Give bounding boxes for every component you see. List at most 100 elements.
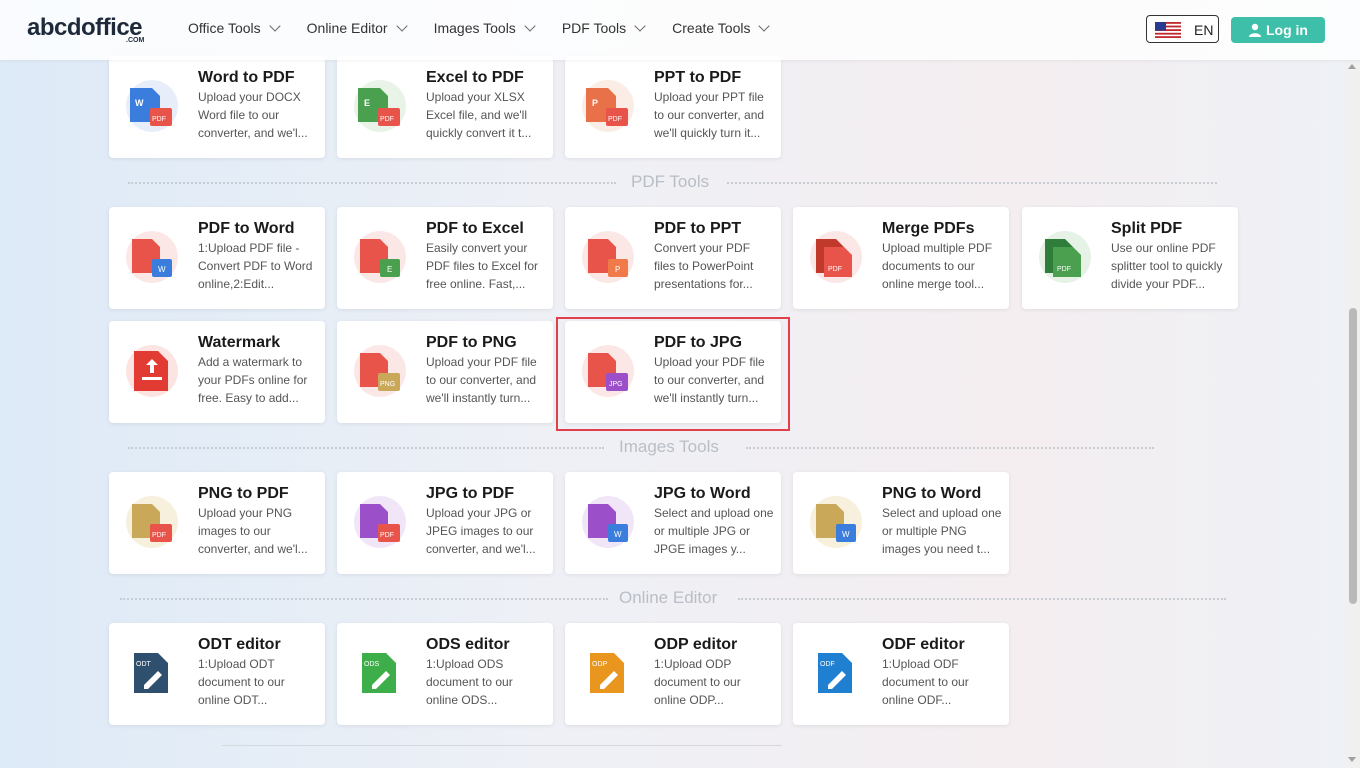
nav-online-editor[interactable]: Online Editor [307, 20, 408, 36]
section-divider-right [738, 598, 1226, 600]
section-divider-right [727, 182, 1217, 184]
logo-domain: .COM [126, 37, 145, 44]
card-split-pdf[interactable]: PDF Split PDF Use our online PDF splitte… [1022, 207, 1238, 309]
sub-text: JPG [609, 381, 623, 388]
card-png-to-pdf[interactable]: PDF PNG to PDF Upload your PNG images to… [109, 472, 325, 574]
pdf-to-ppt-icon: P [582, 231, 634, 283]
ods-editor-icon: ODS [362, 653, 396, 693]
card-description: Easily convert your PDF files to Excel f… [426, 241, 539, 291]
card-description: Upload your PDF file to our converter, a… [426, 355, 537, 405]
sub-text: PDF [152, 532, 166, 539]
login-button[interactable]: Log in [1231, 17, 1325, 43]
language-selector[interactable]: EN [1146, 15, 1219, 43]
card-jpg-to-pdf[interactable]: PDF JPG to PDF Upload your JPG or JPEG i… [337, 472, 553, 574]
card-merge-pdfs[interactable]: PDF Merge PDFs Upload multiple PDF docum… [793, 207, 1009, 309]
card-title: Split PDF [1111, 220, 1183, 237]
card-title: PDF to PNG [426, 334, 517, 351]
chevron-down-icon [395, 20, 408, 32]
card-odf-editor[interactable]: ODF ODF editor 1:Upload ODF document to … [793, 623, 1009, 725]
card-title: Watermark [198, 334, 281, 351]
card-description: 1:Upload ODF document to our online ODF.… [882, 657, 969, 707]
card-pdf-to-jpg[interactable]: JPG PDF to JPG Upload your PDF file to o… [565, 321, 781, 423]
section-divider-right [746, 447, 1154, 449]
card-png-to-word[interactable]: W PNG to Word Select and upload one or m… [793, 472, 1009, 574]
merge-pdfs-icon: PDF [810, 231, 862, 283]
badge-text: ODP [592, 661, 608, 668]
excel-to-pdf-icon: E PDF [354, 80, 406, 132]
card-description: 1:Upload ODP document to our online ODP.… [654, 657, 741, 707]
card-excel-to-pdf[interactable]: E PDF Excel to PDF Upload your XLSX Exce… [337, 56, 553, 158]
sub-text: W [158, 265, 166, 274]
nav-pdf-tools[interactable]: PDF Tools [562, 20, 646, 36]
card-title: Excel to PDF [426, 69, 524, 86]
pdf-to-word-icon: W [126, 231, 178, 283]
card-title: JPG to Word [654, 485, 751, 502]
language-label: EN [1194, 22, 1214, 38]
card-description: Upload your XLSX Excel file, and we'll q… [426, 90, 532, 140]
odf-editor-icon: ODF [818, 653, 852, 693]
card-pdf-to-excel[interactable]: E PDF to Excel Easily convert your PDF f… [337, 207, 553, 309]
card-description: Select and upload one or multiple PNG im… [882, 506, 1002, 556]
nav-label: Images Tools [433, 20, 516, 36]
card-word-to-pdf[interactable]: W PDF Word to PDF Upload your DOCX Word … [109, 56, 325, 158]
card-description: 1:Upload ODS document to our online ODS.… [426, 657, 513, 707]
card-description: Add a watermark to your PDFs online for … [198, 355, 308, 405]
login-label: Log in [1266, 22, 1308, 38]
nav-office-tools[interactable]: Office Tools [188, 20, 281, 36]
card-title: PPT to PDF [654, 69, 742, 86]
card-description: Upload your PDF file to our converter, a… [654, 355, 765, 405]
badge-text: ODS [364, 661, 380, 668]
card-pdf-to-png[interactable]: PNG PDF to PNG Upload your PDF file to o… [337, 321, 553, 423]
badge-text: W [135, 98, 144, 108]
card-description: Upload your PNG images to our converter,… [198, 506, 308, 556]
card-odp-editor[interactable]: ODP ODP editor 1:Upload ODP document to … [565, 623, 781, 725]
card-title: Merge PDFs [882, 220, 975, 237]
badge-text: E [364, 98, 370, 108]
chevron-down-icon [758, 20, 771, 32]
png-to-word-icon: W [810, 496, 862, 548]
jpg-to-word-icon: W [582, 496, 634, 548]
chevron-down-icon [524, 20, 536, 32]
word-to-pdf-icon: W PDF [126, 80, 178, 132]
card-odt-editor[interactable]: ODT ODT editor 1:Upload ODT document to … [109, 623, 325, 725]
us-flag-icon [1155, 22, 1181, 38]
chevron-down-icon [268, 20, 281, 32]
jpg-to-pdf-icon: PDF [354, 496, 406, 548]
card-description: Convert your PDF files to PowerPoint pre… [654, 241, 754, 291]
card-ods-editor[interactable]: ODS ODS editor 1:Upload ODS document to … [337, 623, 553, 725]
scroll-down-icon[interactable] [1348, 757, 1356, 762]
sub-text: PNG [380, 381, 395, 388]
pdf-to-jpg-icon: JPG [582, 345, 634, 397]
scroll-up-icon[interactable] [1348, 64, 1356, 69]
sub-text: PDF [828, 266, 842, 273]
card-title: JPG to PDF [426, 485, 515, 502]
card-pdf-to-ppt[interactable]: P PDF to PPT Convert your PDF files to P… [565, 207, 781, 309]
card-watermark[interactable]: Watermark Add a watermark to your PDFs o… [109, 321, 325, 423]
card-description: 1:Upload ODT document to our online ODT.… [198, 657, 285, 707]
odt-editor-icon: ODT [134, 653, 168, 693]
split-pdf-icon: PDF [1039, 231, 1091, 283]
card-description: Upload your PPT file to our converter, a… [654, 90, 765, 140]
card-title: PNG to Word [882, 485, 982, 502]
sub-text: PDF [152, 116, 166, 123]
section-divider-left [128, 182, 616, 184]
card-description: Upload your JPG or JPEG images to our co… [426, 506, 536, 556]
card-pdf-to-word[interactable]: W PDF to Word 1:Upload PDF file - Conver… [109, 207, 325, 309]
footer-divider [222, 745, 782, 746]
logo[interactable]: abcdoffice [27, 14, 143, 42]
scrollbar-thumb[interactable] [1349, 308, 1357, 604]
main-nav: Office Tools Online Editor Images Tools … [188, 20, 796, 36]
card-ppt-to-pdf[interactable]: P PDF PPT to PDF Upload your PPT file to… [565, 56, 781, 158]
ppt-to-pdf-icon: P PDF [582, 80, 634, 132]
section-divider-left [120, 598, 608, 600]
nav-create-tools[interactable]: Create Tools [672, 20, 771, 36]
nav-images-tools[interactable]: Images Tools [433, 20, 536, 36]
sub-text: W [614, 530, 622, 539]
card-title: PNG to PDF [198, 485, 289, 502]
card-title: PDF to JPG [654, 334, 743, 351]
pdf-to-excel-icon: E [354, 231, 406, 283]
section-title-images-tools: Images Tools [619, 437, 719, 456]
card-jpg-to-word[interactable]: W JPG to Word Select and upload one or m… [565, 472, 781, 574]
section-title-online-editor: Online Editor [619, 588, 718, 607]
chevron-down-icon [634, 20, 646, 32]
